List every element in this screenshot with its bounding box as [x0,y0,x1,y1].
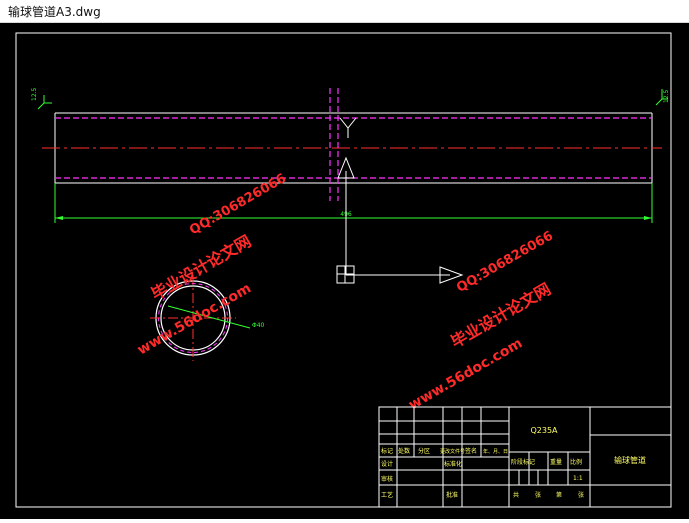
roughness-symbol-right: 12.5 [655,89,670,106]
watermark-2: www.56doc.com 毕业设计论文网 QQ:306826066 [406,229,556,414]
reviewer-label: 审核 [381,475,393,483]
part-name-text: 输球管道 [614,455,646,465]
ucs-icon [336,117,464,284]
window-titlebar: 输球管道A3.dwg [0,0,689,23]
row-label-change: 更改文件号 [440,448,465,455]
row-label-sign: 签名 [465,447,477,455]
sheet-total-label: 共 [513,491,519,499]
window-title: 输球管道A3.dwg [8,5,101,19]
sheet-unit-label-2: 张 [578,491,584,499]
weight-label: 重量 [550,458,562,466]
row-label-count: 处数 [398,447,410,455]
title-block-text: Q235A 输球管道 阶段标记 重量 比例 1:1 标记 处数 分区 更改文件号… [381,426,646,499]
row-label-zone: 分区 [418,447,430,455]
drawing-frame [15,32,672,508]
sheet-unit-label: 张 [535,491,541,499]
roughness-right-text: 12.5 [663,89,670,103]
roughness-left-text: 12.5 [31,87,38,101]
length-dimension: 496 [54,183,653,223]
stage-mark-label: 阶段标记 [511,458,535,466]
scale-value: 1:1 [573,475,583,482]
diameter-dimension-text: Φ40 [252,322,265,329]
watermark-site-2: www.56doc.com [406,335,525,413]
process-label: 工艺 [381,491,393,499]
sheet-number-label: 第 [556,491,562,499]
drawing-canvas[interactable]: 12.5 12.5 496 [0,23,689,519]
standardization-label: 标准化 [444,460,462,468]
material-text: Q235A [530,426,558,435]
pipe-side-view [42,88,662,201]
row-label-mark: 标记 [381,447,393,455]
row-label-date: 年、月、日 [483,448,508,455]
watermark-qq-1: QQ:306826066 [187,171,289,238]
designer-label: 设计 [381,460,393,468]
watermark-1: www.56doc.com 毕业设计论文网 QQ:306826066 [135,171,289,358]
scale-label: 比例 [570,458,582,466]
roughness-symbol-left: 12.5 [31,87,52,110]
approve-label: 批准 [446,491,458,499]
cad-drawing[interactable]: 12.5 12.5 496 [0,23,689,519]
